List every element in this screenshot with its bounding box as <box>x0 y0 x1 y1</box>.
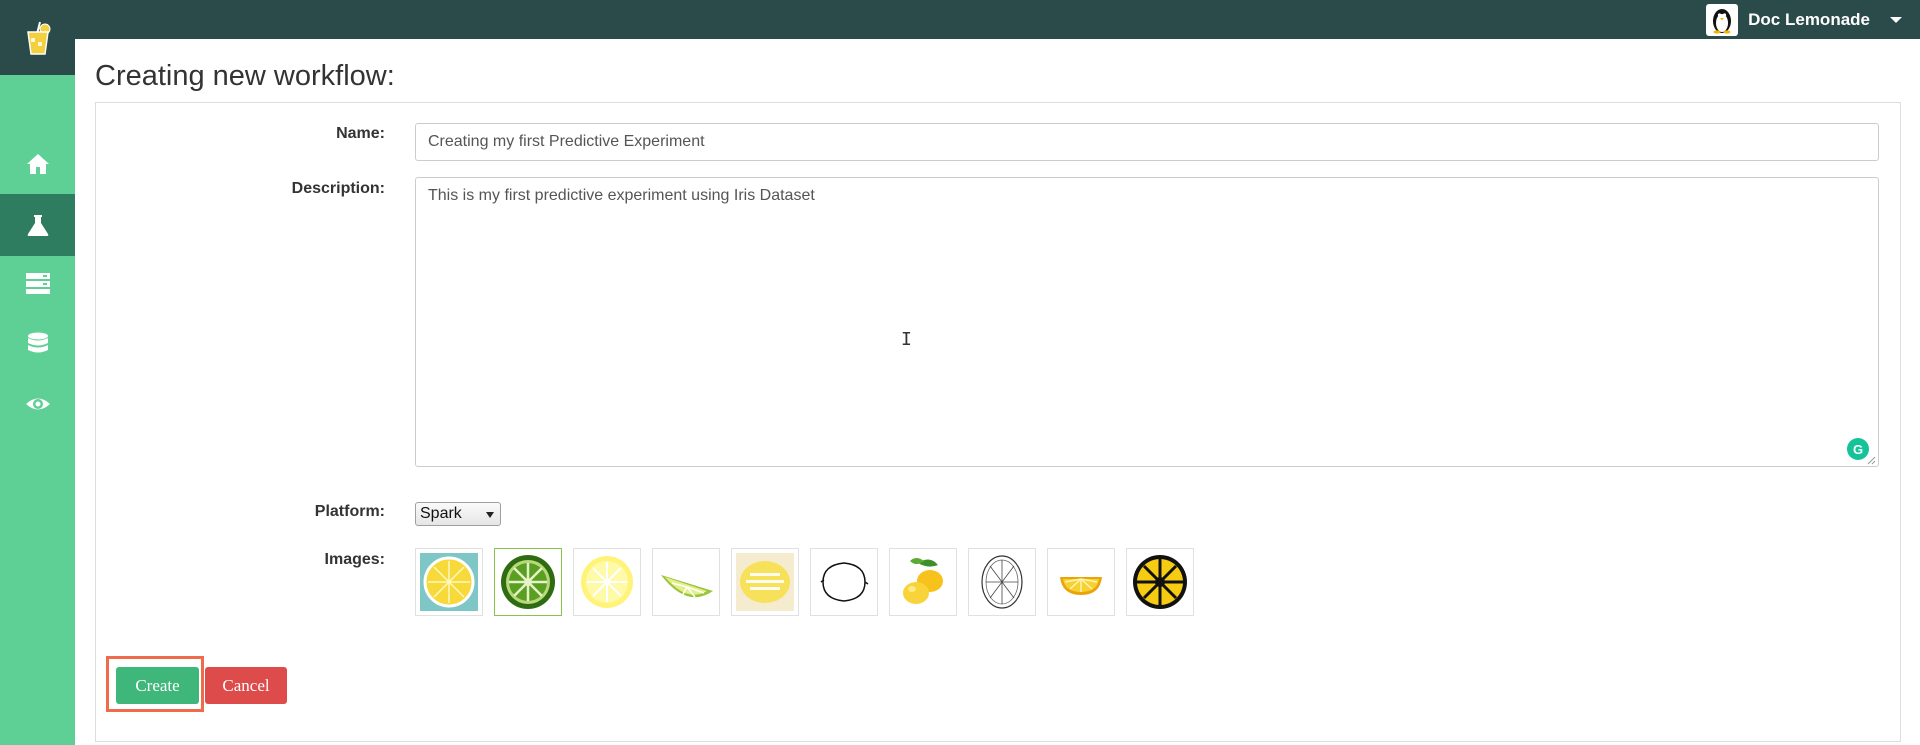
description-label: Description: <box>291 180 385 197</box>
user-menu[interactable]: Doc Lemonade <box>1706 0 1902 39</box>
eye-icon[interactable] <box>0 373 75 435</box>
dropdown-arrow-icon <box>486 512 494 518</box>
lemon-slice-icon <box>420 553 478 611</box>
image-option[interactable] <box>731 548 799 616</box>
platform-select[interactable]: Spark <box>415 502 501 526</box>
sidebar <box>0 0 75 745</box>
image-option[interactable] <box>1126 548 1194 616</box>
page-title: Creating new workflow: <box>95 60 395 92</box>
platform-label: Platform: <box>314 503 385 520</box>
image-option[interactable] <box>415 548 483 616</box>
image-option[interactable] <box>652 548 720 616</box>
lime-slice-icon <box>501 555 555 609</box>
create-button[interactable]: Create <box>116 667 199 704</box>
user-name: Doc Lemonade <box>1748 9 1870 29</box>
lemon-half-wedge-icon <box>1060 577 1102 595</box>
name-field[interactable]: Creating my first Predictive Experiment <box>415 123 1879 161</box>
database-icon[interactable] <box>0 313 75 375</box>
image-option[interactable] <box>1047 548 1115 616</box>
image-option[interactable] <box>968 548 1036 616</box>
flask-icon[interactable] <box>0 194 75 256</box>
description-field[interactable]: This is my first predictive experiment u… <box>415 177 1879 467</box>
lemon-slice-sketch-icon <box>981 555 1023 609</box>
name-label: Name: <box>336 125 385 142</box>
lemon-slice-pale-icon <box>581 556 633 608</box>
server-icon[interactable] <box>0 252 75 314</box>
lemon-outline-icon <box>820 562 869 602</box>
lemons-with-leaves-icon <box>903 558 943 604</box>
text-cursor-icon: I <box>901 329 912 350</box>
resize-handle-icon[interactable] <box>1866 455 1876 465</box>
image-option[interactable] <box>573 548 641 616</box>
lemonade-logo-icon[interactable] <box>0 0 75 75</box>
platform-selected-value: Spark <box>420 505 462 522</box>
image-option[interactable] <box>494 548 562 616</box>
cancel-button[interactable]: Cancel <box>205 667 287 704</box>
images-label: Images: <box>324 551 385 568</box>
image-option[interactable] <box>810 548 878 616</box>
image-option[interactable] <box>889 548 957 616</box>
top-bar: Doc Lemonade <box>0 0 1920 39</box>
lemon-text-logo-icon <box>736 553 794 611</box>
penguin-icon <box>1706 3 1739 36</box>
lemon-slice-black-icon <box>1133 555 1187 609</box>
image-picker <box>415 548 1194 616</box>
home-icon[interactable] <box>0 133 75 195</box>
chevron-down-icon <box>1890 16 1902 23</box>
lime-wedge-icon <box>661 575 713 598</box>
